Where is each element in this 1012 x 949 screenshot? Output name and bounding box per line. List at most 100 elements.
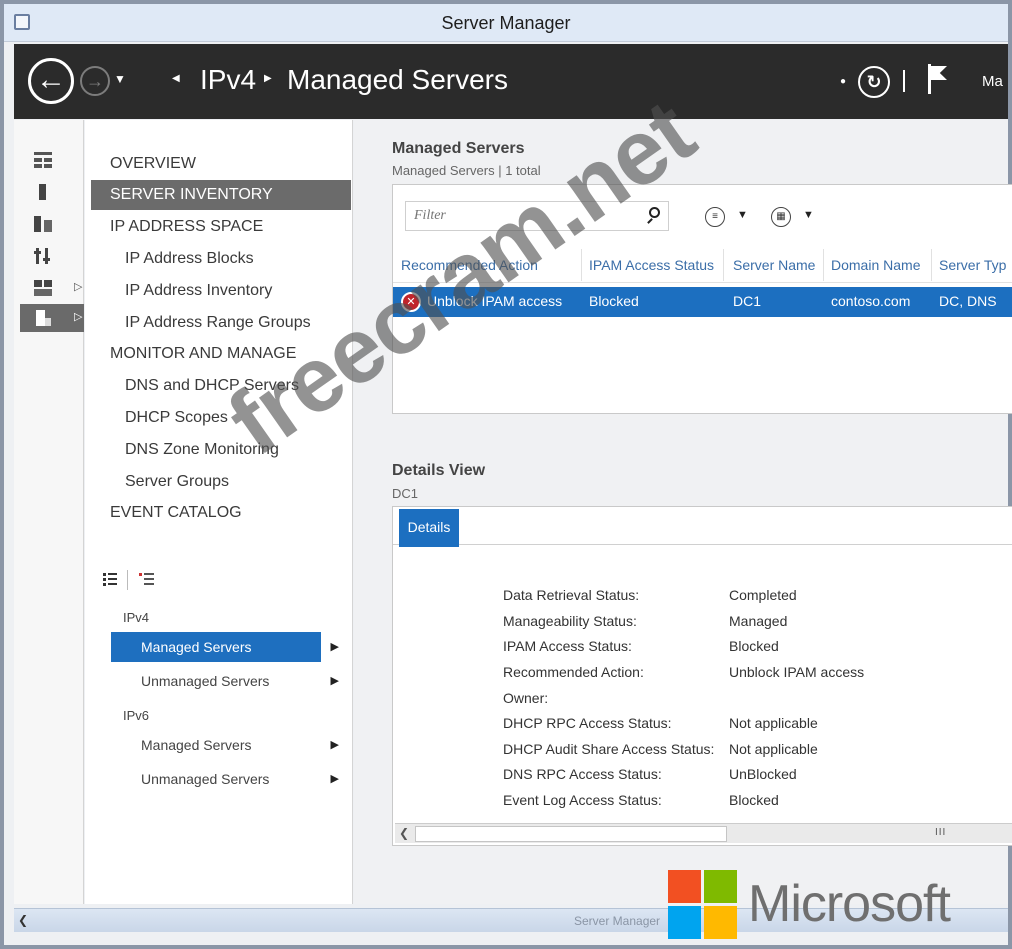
expand-arrow-icon[interactable]: ▶	[331, 632, 339, 662]
tree-ipv4-managed-servers[interactable]: Managed Servers ▶	[111, 632, 339, 662]
tab-details[interactable]: Details	[399, 509, 459, 547]
scroll-left-arrow-icon[interactable]: ❮	[399, 826, 409, 840]
nav-dns-zone-monitoring[interactable]: DNS Zone Monitoring	[91, 435, 351, 465]
list-options-icon[interactable]: ≡	[705, 207, 725, 227]
field-label: DHCP RPC Access Status:	[503, 715, 672, 731]
nav-dhcp-scopes[interactable]: DHCP Scopes	[91, 403, 351, 433]
nav-server-inventory[interactable]: SERVER INVENTORY	[91, 180, 351, 210]
dashboard-icon	[34, 152, 52, 168]
rail-dashboard[interactable]	[20, 146, 84, 174]
field-label: DNS RPC Access Status:	[503, 766, 662, 782]
nav-dns-dhcp-servers[interactable]: DNS and DHCP Servers	[91, 371, 351, 401]
save-query-icon[interactable]: ▦	[771, 207, 791, 227]
rail-tools[interactable]	[20, 242, 84, 270]
rail-all-servers[interactable]	[20, 210, 84, 238]
col-server-type[interactable]: Server Typ	[939, 257, 1006, 273]
col-ipam-access-status[interactable]: IPAM Access Status	[589, 257, 714, 273]
tree-ipv6-managed-servers[interactable]: Managed Servers ▶	[111, 730, 339, 760]
field-label: Event Log Access Status:	[503, 792, 662, 808]
search-icon[interactable]	[646, 207, 660, 224]
rail-local-server[interactable]	[20, 178, 84, 206]
scroll-left-arrow-icon[interactable]: ❮	[18, 913, 28, 927]
history-dropdown-icon[interactable]: ▼	[114, 72, 126, 86]
nav-event-catalog[interactable]: EVENT CATALOG	[91, 498, 351, 528]
field-value: Completed	[729, 587, 797, 603]
tree-ipv4-heading[interactable]: IPv4	[123, 610, 149, 625]
nav-monitor-and-manage[interactable]: MONITOR AND MANAGE	[91, 339, 351, 369]
filter-input[interactable]	[406, 202, 636, 230]
all-servers-icon	[34, 216, 52, 232]
field-label: IPAM Access Status:	[503, 638, 632, 654]
field-value: Not applicable	[729, 715, 818, 731]
window-title: Server Manager	[441, 13, 571, 33]
nav-ip-address-space[interactable]: IP ADDRESS SPACE	[91, 212, 351, 242]
header-divider	[903, 70, 905, 92]
save-query-dropdown-icon[interactable]: ▼	[803, 209, 814, 221]
expand-arrow-icon[interactable]: ▶	[331, 666, 339, 696]
forward-arrow-icon[interactable]: →	[80, 66, 110, 96]
nav-ip-address-inventory[interactable]: IP Address Inventory	[91, 276, 351, 306]
cell-recommended-action: Unblock IPAM access	[427, 293, 563, 309]
refresh-icon[interactable]: ↻	[858, 66, 890, 98]
cell-server-name: DC1	[733, 293, 762, 309]
nav-ip-address-range-groups[interactable]: IP Address Range Groups	[91, 308, 351, 338]
server-group-icon	[34, 280, 52, 296]
breadcrumb-ipv4[interactable]: IPv4	[200, 64, 256, 96]
scrollbar-thumb[interactable]	[415, 826, 727, 842]
filter-box	[405, 201, 669, 231]
details-horizontal-scrollbar[interactable]: ❮ III	[395, 823, 1012, 843]
field-label: DHCP Audit Share Access Status:	[503, 741, 715, 757]
microsoft-logo: Microsoft	[668, 868, 1008, 942]
tree-ipv6-heading[interactable]: IPv6	[123, 708, 149, 723]
tree-view-toggle	[101, 568, 171, 594]
col-domain-name[interactable]: Domain Name	[831, 257, 920, 273]
refresh-dropdown-icon[interactable]: ●	[840, 76, 846, 87]
list-view-icon[interactable]	[103, 572, 117, 586]
tree-ipv4-unmanaged-servers[interactable]: Unmanaged Servers ▶	[111, 666, 339, 696]
field-label: Manageability Status:	[503, 613, 637, 629]
list-options-dropdown-icon[interactable]: ▼	[737, 209, 748, 221]
manage-menu[interactable]: Ma	[982, 73, 1003, 90]
table-row[interactable]: ✕ Unblock IPAM access Blocked DC1 contos…	[393, 287, 1012, 317]
managed-servers-count: Managed Servers | 1 total	[392, 163, 541, 178]
field-value: UnBlocked	[729, 766, 797, 782]
toggle-divider	[127, 570, 128, 590]
nav-server-groups[interactable]: Server Groups	[91, 467, 351, 497]
scrollbar-grip-icon: III	[935, 827, 947, 838]
notifications-flag-icon[interactable]	[926, 64, 950, 94]
field-value: Managed	[729, 613, 788, 629]
cell-server-type: DC, DNS	[939, 293, 997, 309]
field-label: Data Retrieval Status:	[503, 587, 640, 603]
field-value: Unblock IPAM access	[729, 664, 865, 680]
tree-item-label: Managed Servers	[141, 639, 252, 655]
logo-square-red	[668, 870, 701, 903]
back-arrow-icon[interactable]: ←	[28, 58, 74, 104]
logo-square-blue	[668, 906, 701, 939]
details-view-tile: Details Data Retrieval Status: Completed…	[392, 506, 1012, 846]
cell-domain-name: contoso.com	[831, 293, 911, 309]
server-manager-window: Server Manager ← → ▼ ◀ IPv4 ▶ Managed Se…	[0, 0, 1012, 949]
col-recommended-action[interactable]: Recommended Action	[401, 257, 538, 273]
tree-view-icon[interactable]	[139, 572, 155, 586]
managed-servers-title: Managed Servers	[392, 140, 525, 157]
rail-server-group[interactable]: ▷	[20, 274, 84, 302]
app-header: ← → ▼ ◀ IPv4 ▶ Managed Servers ● ↻ Ma	[14, 44, 1008, 119]
left-icon-rail: ▷ ▷	[14, 120, 84, 904]
bottom-bar-caption: Server Manager	[574, 914, 661, 928]
tree-item-label: Managed Servers	[141, 737, 252, 753]
expand-arrow-icon: ▷	[74, 311, 83, 323]
nav-ip-address-blocks[interactable]: IP Address Blocks	[91, 244, 351, 274]
rail-ipam[interactable]: ▷	[20, 304, 84, 332]
expand-arrow-icon[interactable]: ▶	[331, 764, 339, 794]
expand-arrow-icon[interactable]: ▶	[331, 730, 339, 760]
field-label: Owner:	[503, 690, 549, 706]
nav-overview[interactable]: OVERVIEW	[91, 149, 351, 179]
breadcrumb-managed-servers: Managed Servers	[287, 64, 509, 95]
tree-ipv6-unmanaged-servers[interactable]: Unmanaged Servers ▶	[111, 764, 339, 794]
tree-item-label: Unmanaged Servers	[141, 673, 270, 689]
breadcrumb-left-arrow-icon[interactable]: ◀	[172, 73, 180, 84]
col-server-name[interactable]: Server Name	[733, 257, 815, 273]
details-view-server: DC1	[392, 486, 419, 501]
local-server-icon	[34, 184, 52, 200]
logo-square-green	[704, 870, 737, 903]
